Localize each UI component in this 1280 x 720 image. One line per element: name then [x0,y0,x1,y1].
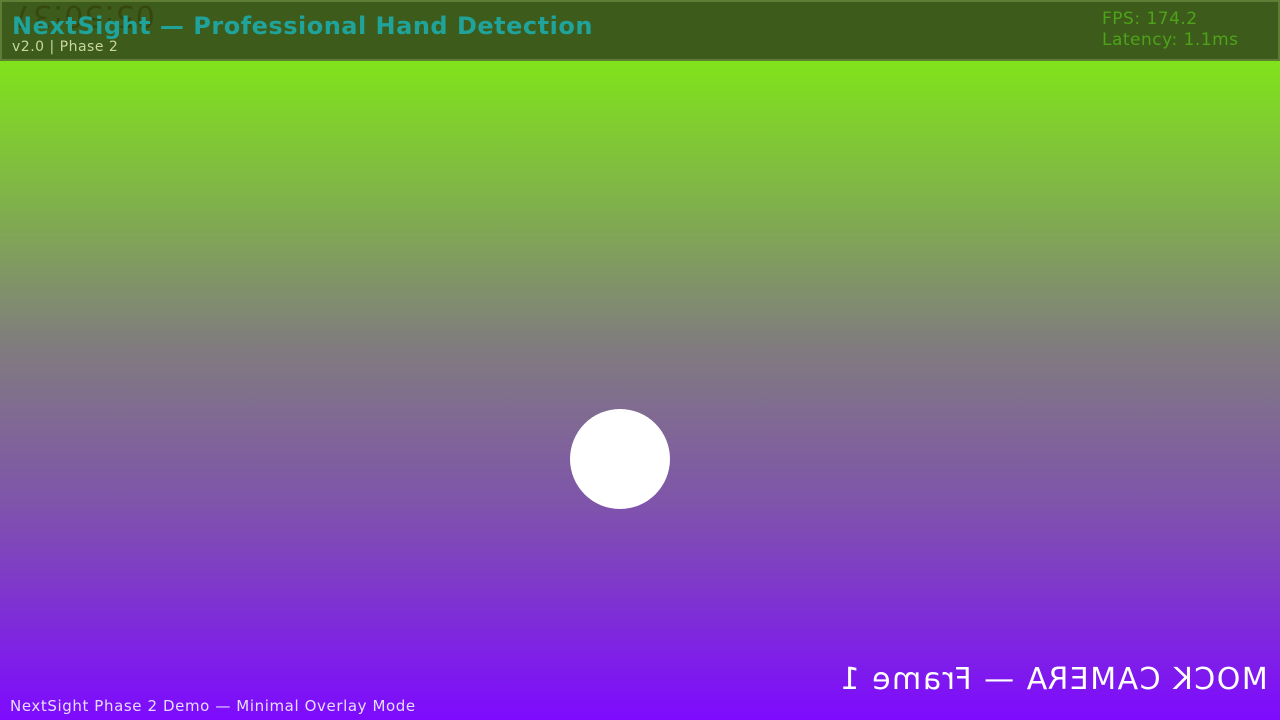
camera-frame-label: MOCK CAMERA — Frame 1 [839,662,1268,697]
latency-readout: Latency: 1.1ms [1102,30,1239,50]
footer-status-text: NextSight Phase 2 Demo — Minimal Overlay… [10,697,416,715]
version-label: v2.0 | Phase 2 [12,39,119,55]
app-title: NextSight — Professional Hand Detection [12,12,593,40]
header-bar: 05:50:37 NextSight — Professional Hand D… [0,0,1280,61]
performance-stats: FPS: 174.2 Latency: 1.1ms [1102,9,1239,51]
hand-tracking-marker [570,409,670,509]
fps-readout: FPS: 174.2 [1102,9,1198,29]
